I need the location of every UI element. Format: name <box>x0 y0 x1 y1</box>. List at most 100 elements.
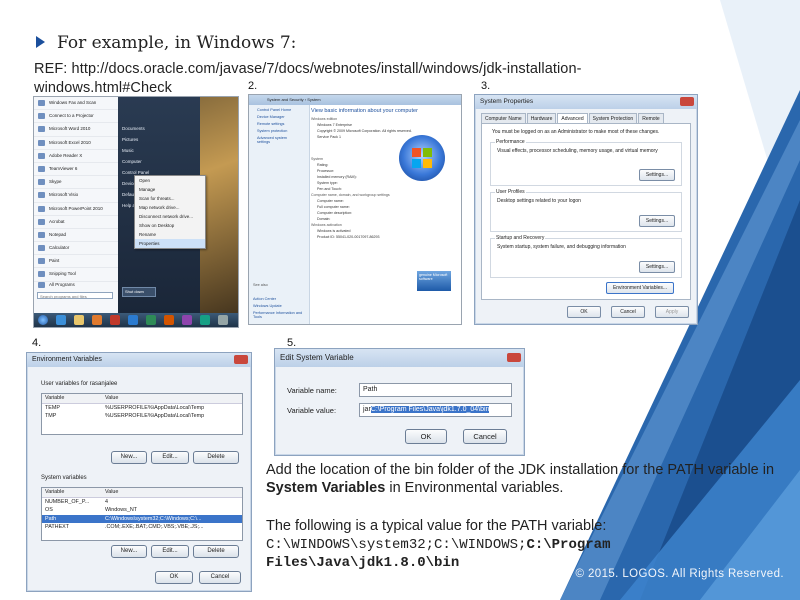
app-icon[interactable] <box>110 315 120 325</box>
user-vars-header: Variable Value <box>42 394 242 404</box>
user-vars-list[interactable]: Variable Value TEMP %USERPROFILE%\AppData\… <box>41 393 243 435</box>
step-label-2: 2. <box>248 80 258 92</box>
sidebar-link[interactable]: Advanced system settings <box>253 135 305 146</box>
variable-name-label: Variable name: <box>287 386 337 395</box>
startup-recovery-label: Startup and Recovery <box>495 235 546 241</box>
start-menu-place[interactable]: Computer <box>118 156 200 167</box>
start-menu-place[interactable]: Documents <box>118 123 200 134</box>
shutdown-button[interactable]: Shut down <box>122 287 156 297</box>
context-menu-item[interactable]: Scan for threats... <box>135 194 205 203</box>
performance-settings-button[interactable]: Settings... <box>639 169 675 181</box>
start-search-input[interactable]: Search programs and files <box>37 292 113 299</box>
system-window-screenshot: System and Security › System Control Pan… <box>248 94 462 325</box>
start-menu-place[interactable]: Pictures <box>118 134 200 145</box>
user-profiles-settings-button[interactable]: Settings... <box>639 215 675 227</box>
context-menu-item[interactable]: Map network drive... <box>135 203 205 212</box>
variable-name-field[interactable]: Path <box>359 383 512 397</box>
user-profiles-text: Desktop settings related to your logon <box>497 198 581 204</box>
start-menu-item[interactable]: Microsoft Excel 2010 <box>34 137 118 150</box>
context-menu-item[interactable]: Properties <box>135 239 205 248</box>
context-menu-item[interactable]: Open <box>135 176 205 185</box>
variable-row[interactable]: TMP %USERPROFILE%\AppData\Local\Temp <box>42 412 242 421</box>
all-programs-item[interactable]: All Programs <box>34 279 119 291</box>
start-menu-item[interactable]: Adobe Reader X <box>34 150 118 163</box>
start-menu-item[interactable]: Windows Fax and Scan <box>34 97 118 111</box>
start-menu-item[interactable]: Microsoft PowerPoint 2010 <box>34 203 118 216</box>
word-icon[interactable] <box>128 315 138 325</box>
variable-row[interactable]: NUMBER_OF_P... 4 <box>42 498 242 507</box>
variable-value: .COM;.EXE;.BAT;.CMD;.VBS;.VBE;.JS;... <box>105 524 204 530</box>
close-icon[interactable] <box>507 353 521 362</box>
copyright-footer: © 2015. LOGOS. All Rights Reserved. <box>575 568 784 580</box>
system-main-title: View basic information about your comput… <box>311 108 418 114</box>
powerpoint-icon[interactable] <box>164 315 174 325</box>
env-cancel-button[interactable]: Cancel <box>199 571 241 584</box>
context-menu-item[interactable]: Show on Desktop <box>135 221 205 230</box>
variable-row[interactable]: PATHEXT .COM;.EXE;.BAT;.CMD;.VBS;.VBE;.JS… <box>42 523 242 532</box>
start-orb-icon[interactable] <box>38 315 48 325</box>
close-icon[interactable] <box>680 97 694 106</box>
start-menu-item[interactable]: Connect to a Projector <box>34 110 118 124</box>
sidebar-link[interactable]: System protection <box>253 128 305 135</box>
genuine-badge: genuine Microsoft software <box>417 271 451 291</box>
variable-name: NUMBER_OF_P... <box>45 498 90 505</box>
skype-icon[interactable] <box>200 315 210 325</box>
system-edit-button[interactable]: Edit... <box>151 545 189 558</box>
start-menu-place[interactable]: Music <box>118 145 200 156</box>
environment-variables-dialog: Environment Variables User variables for… <box>26 352 252 592</box>
ok-button[interactable]: OK <box>567 306 601 318</box>
variable-value-field[interactable]: jarC:\Program Files\Java\jdk1.7.0_04\bin <box>359 403 512 417</box>
system-new-button[interactable]: New... <box>111 545 147 558</box>
environment-variables-button[interactable]: Environment Variables... <box>606 282 674 294</box>
tray-icon[interactable] <box>218 315 228 325</box>
sidebar-link[interactable]: Device Manager <box>253 114 305 121</box>
user-vars-label: User variables for rasanjalee <box>41 381 118 387</box>
visio-icon[interactable] <box>182 315 192 325</box>
system-vars-list[interactable]: Variable Value NUMBER_OF_P... 4 OS Windows_N… <box>41 487 243 541</box>
variable-row[interactable]: TEMP %USERPROFILE%\AppData\Local\Temp <box>42 404 242 413</box>
start-menu-item[interactable]: Notepad <box>34 229 118 243</box>
env-ok-button[interactable]: OK <box>155 571 193 584</box>
user-delete-button[interactable]: Delete <box>193 451 239 464</box>
system-variables-emphasis: System Variables <box>266 480 386 496</box>
start-menu-item[interactable]: Microsoft Visio <box>34 189 118 203</box>
cancel-button[interactable]: Cancel <box>611 306 645 318</box>
startup-recovery-group: Startup and Recovery System startup, sys… <box>490 235 682 278</box>
start-menu-item[interactable]: Paint <box>34 255 118 269</box>
context-menu-item[interactable]: Disconnect network drive... <box>135 212 205 221</box>
see-also-link[interactable]: Performance Information and Tools <box>249 309 309 320</box>
windows-logo-icon <box>399 135 445 181</box>
start-menu-item[interactable]: Skype <box>34 176 118 190</box>
start-menu-item[interactable]: Microsoft Word 2010 <box>34 123 118 137</box>
start-menu-item[interactable]: Calculator <box>34 242 118 256</box>
user-new-button[interactable]: New... <box>111 451 147 464</box>
see-also-link[interactable]: Windows Update <box>249 302 309 309</box>
start-menu-item[interactable]: Acrobat <box>34 216 118 229</box>
user-edit-button[interactable]: Edit... <box>151 451 189 464</box>
see-also-link[interactable]: Action Center <box>249 295 309 302</box>
sidebar-link[interactable]: Remote settings <box>253 121 305 128</box>
edit-ok-button[interactable]: OK <box>405 429 447 444</box>
media-player-icon[interactable] <box>92 315 102 325</box>
explorer-icon[interactable] <box>74 315 84 325</box>
value-prefix: jar <box>363 406 371 413</box>
system-breadcrumb: System and Security › System <box>249 95 461 105</box>
sidebar-link[interactable]: Control Panel Home <box>253 107 305 114</box>
system-delete-button[interactable]: Delete <box>193 545 239 558</box>
apply-button[interactable]: Apply <box>655 306 689 318</box>
see-also-label: See also <box>253 282 268 287</box>
excel-icon[interactable] <box>146 315 156 325</box>
ie-icon[interactable] <box>56 315 66 325</box>
context-menu-item[interactable]: Rename <box>135 230 205 239</box>
startup-settings-button[interactable]: Settings... <box>639 261 675 273</box>
variable-row[interactable]: OS Windows_NT <box>42 506 242 515</box>
performance-group: Performance Visual effects, processor sc… <box>490 139 682 186</box>
start-menu-item[interactable]: TeamViewer 6 <box>34 163 118 177</box>
context-menu-item[interactable]: Manage <box>135 185 205 194</box>
edit-cancel-button[interactable]: Cancel <box>463 429 507 444</box>
variable-row[interactable]: Path C:\Windows\system32;C:\Windows;C:\..… <box>42 514 242 523</box>
reference-link[interactable]: REF: http://docs.oracle.com/javase/7/doc… <box>34 60 704 98</box>
system-vars-header: Variable Value <box>42 488 242 498</box>
close-icon[interactable] <box>234 355 248 364</box>
start-menu-programs: Windows Fax and Scan Connect to a Project… <box>34 97 118 315</box>
